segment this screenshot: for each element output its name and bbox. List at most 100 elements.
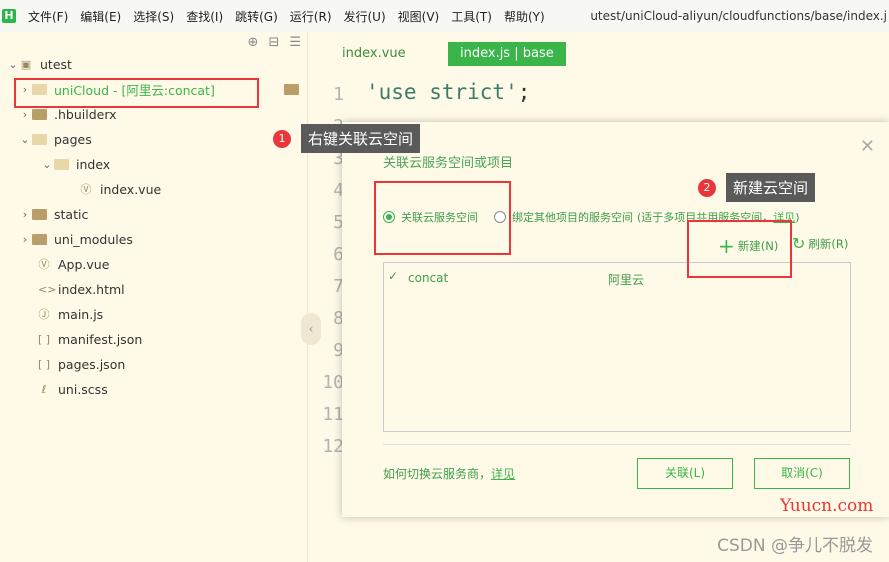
radio-label: 绑定其他项目的服务空间 (512, 211, 633, 224)
help-text: 如何切换云服务商，详见 (383, 465, 515, 482)
js-file-icon: Ⓙ (38, 308, 50, 321)
line-number: 12 (322, 436, 344, 457)
menu-edit[interactable]: 编辑(E) (80, 8, 121, 25)
tree-item-label: pages (54, 131, 92, 147)
explorer-toolbar: ⊕ ⊟ ☰ (248, 35, 301, 50)
tree-item-uni-modules[interactable]: › uni_modules (18, 227, 133, 251)
cancel-button[interactable]: 取消(C) (754, 458, 850, 489)
chevron-down-icon[interactable]: ⌄ (40, 158, 54, 171)
locate-icon[interactable]: ⊕ (248, 35, 259, 50)
tree-item-index-vue[interactable]: Ⓥ index.vue (80, 177, 162, 201)
refresh-label: 刷新(R) (808, 236, 849, 251)
folder-open-icon (54, 158, 69, 170)
sidebar-collapse-button[interactable]: ‹ (301, 313, 321, 345)
vue-file-icon: Ⓥ (80, 183, 92, 196)
project-explorer: ⊕ ⊟ ☰ ⌄ ▣ utest › uniCloud - [阿里云:concat… (0, 32, 308, 562)
tree-item-label: manifest.json (58, 331, 143, 347)
folder-icon (32, 233, 47, 245)
callout-number: 1 (273, 129, 291, 148)
code-semicolon: ; (517, 80, 531, 104)
line-number: 7 (333, 276, 344, 297)
callout-2: 2 新建云空间 (698, 173, 816, 202)
tree-item-label: main.js (58, 306, 104, 322)
tree-item-manifest[interactable]: [ ] manifest.json (38, 327, 142, 351)
tab-index-js[interactable]: index.js | base (448, 42, 566, 66)
menu-help[interactable]: 帮助(Y) (504, 8, 545, 25)
csdn-watermark: CSDN @争儿不脱发 (717, 536, 873, 556)
tree-item-utest[interactable]: ⌄ ▣ utest (6, 52, 72, 76)
menu-goto[interactable]: 跳转(G) (235, 8, 278, 25)
tree-item-main-js[interactable]: Ⓙ main.js (38, 302, 104, 326)
line-number: 1 (333, 84, 344, 105)
callout-label: 右键关联云空间 (301, 124, 421, 153)
tab-index-vue[interactable]: index.vue (330, 42, 418, 66)
tree-item-label: index.html (58, 281, 125, 297)
radio-note-close: ) (795, 210, 800, 224)
help-label: 如何切换云服务商， (383, 467, 492, 481)
tree-item-index-folder[interactable]: ⌄ index (40, 152, 110, 176)
chevron-right-icon[interactable]: › (18, 233, 32, 246)
menu-publish[interactable]: 发行(U) (344, 8, 386, 25)
file-path: utest/uniCloud-aliyun/cloudfunctions/bas… (590, 9, 887, 23)
json-file-icon: [ ] (38, 332, 51, 346)
dialog-title: 关联云服务空间或项目 (383, 156, 514, 171)
chevron-right-icon[interactable]: › (18, 208, 32, 221)
help-link[interactable]: 详见 (491, 467, 515, 481)
chevron-right-icon[interactable]: › (18, 108, 32, 121)
menu-select[interactable]: 选择(S) (133, 8, 174, 25)
line-number: 6 (333, 244, 344, 265)
callout-number: 2 (698, 178, 716, 197)
tree-item-label: index (76, 156, 111, 172)
folder-open-icon (32, 133, 47, 145)
hbuilderx-logo-icon: H (2, 9, 16, 23)
tree-item-label: App.vue (58, 256, 110, 272)
menu-bar: H 文件(F) 编辑(E) 选择(S) 查找(I) 跳转(G) 运行(R) 发行… (0, 0, 889, 32)
line-number: 9 (333, 340, 344, 361)
folder-icon (32, 208, 47, 220)
tree-item-label: static (54, 206, 89, 222)
folder-icon (32, 108, 47, 120)
menu-run[interactable]: 运行(R) (290, 8, 332, 25)
tree-item-label: utest (40, 56, 72, 72)
link-button[interactable]: 关联(L) (637, 458, 733, 489)
folder-icon (284, 84, 299, 95)
code-line-1: 'use strict'; (366, 80, 530, 104)
refresh-icon: ↻ (792, 234, 806, 253)
space-provider: 阿里云 (608, 273, 645, 287)
refresh-button[interactable]: ↻ 刷新(R) (792, 234, 848, 253)
line-number: 5 (333, 212, 344, 233)
tree-item-static[interactable]: › static (18, 202, 89, 226)
new-button-highlight (687, 220, 792, 278)
menu-icon[interactable]: ☰ (289, 35, 301, 50)
callout-label: 新建云空间 (726, 173, 816, 202)
tree-item-pages[interactable]: ⌄ pages (18, 127, 92, 151)
editor-tabbar: index.vue index.js | base (308, 32, 889, 66)
line-number: 8 (333, 308, 344, 329)
html-file-icon: <> (38, 282, 57, 296)
scss-file-icon: ℓ (41, 382, 47, 396)
space-list[interactable]: ✓ concat 阿里云 (383, 262, 851, 432)
menu-file[interactable]: 文件(F) (28, 8, 68, 25)
radio-highlight (374, 181, 511, 255)
tree-item-label: .hbuilderx (54, 106, 117, 122)
code-string: 'use strict' (366, 80, 518, 104)
line-number: 10 (322, 372, 344, 393)
project-icon: ▣ (20, 57, 32, 71)
tree-item-label: uni.scss (58, 381, 108, 397)
chevron-down-icon[interactable]: ⌄ (6, 58, 20, 71)
collapse-all-icon[interactable]: ⊟ (268, 35, 279, 50)
close-icon[interactable]: ✕ (860, 136, 875, 157)
divider (383, 444, 850, 445)
menu-find[interactable]: 查找(I) (186, 8, 223, 25)
tree-item-pages-json[interactable]: [ ] pages.json (38, 352, 125, 376)
tree-item-uni-scss[interactable]: ℓ uni.scss (38, 377, 108, 401)
chevron-down-icon[interactable]: ⌄ (18, 133, 32, 146)
menu-view[interactable]: 视图(V) (398, 8, 440, 25)
space-name: concat (408, 271, 449, 285)
site-watermark: Yuucn.com (780, 496, 874, 516)
line-number: 11 (322, 404, 344, 425)
menu-tools[interactable]: 工具(T) (451, 8, 492, 25)
tree-item-index-html[interactable]: <> index.html (38, 277, 125, 301)
tree-item-app-vue[interactable]: Ⓥ App.vue (38, 252, 110, 276)
callout-1: 1 右键关联云空间 (273, 124, 421, 153)
